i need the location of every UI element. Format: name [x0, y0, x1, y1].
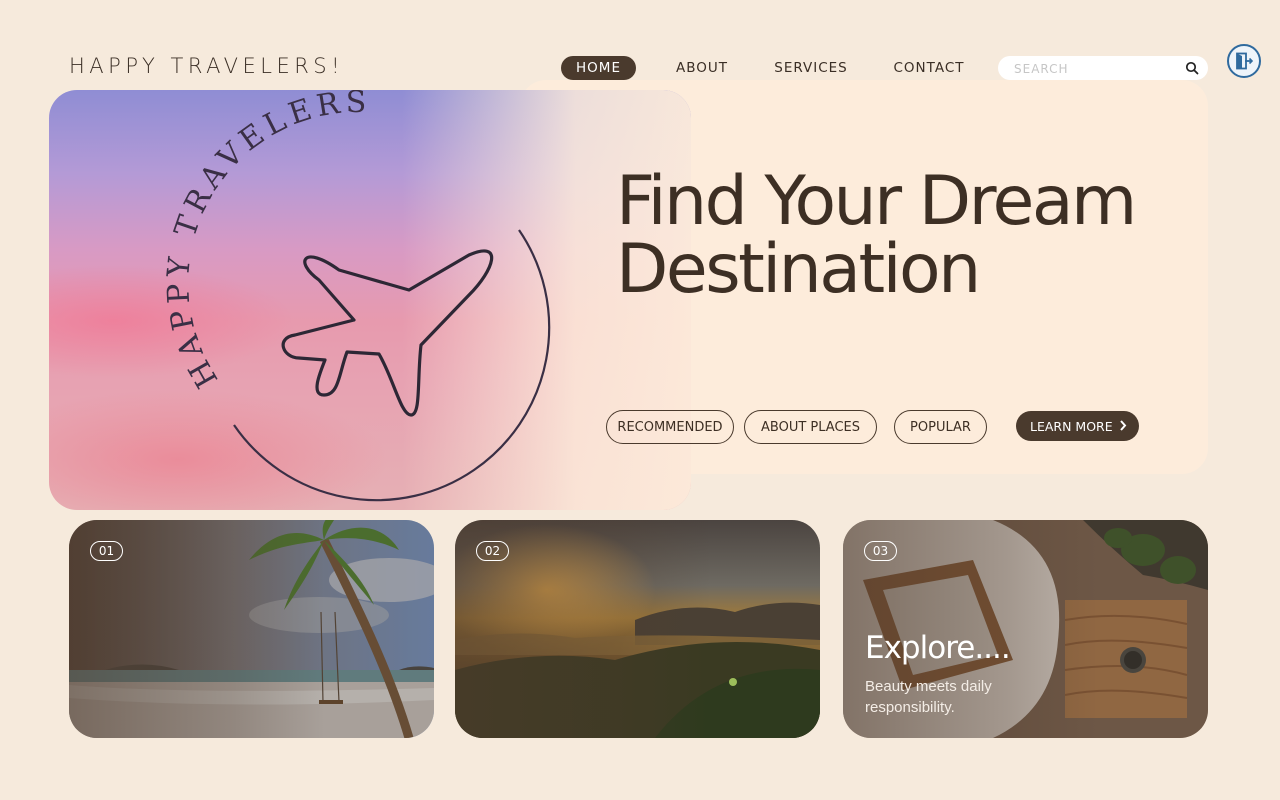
nav-contact-link[interactable]: CONTACT: [886, 56, 972, 80]
chevron-right-icon: [1120, 420, 1127, 431]
learn-more-button[interactable]: LEARN MORE: [1016, 411, 1139, 441]
card-number-badge: 02: [476, 541, 509, 561]
card-number-badge: 01: [90, 541, 123, 561]
card-overlay: [455, 520, 820, 738]
nav-about-link[interactable]: ABOUT: [667, 56, 737, 80]
card-overlay: [69, 520, 434, 738]
popular-pill[interactable]: POPULAR: [894, 410, 987, 444]
logout-button[interactable]: [1227, 44, 1261, 78]
about-places-pill[interactable]: ABOUT PLACES: [744, 410, 877, 444]
hero-sunset-image: HAPPY TRAVELERS: [49, 90, 691, 510]
airplane-icon: [281, 249, 494, 417]
destination-card-beach[interactable]: 01: [69, 520, 434, 738]
logo-arc-text: HAPPY TRAVELERS: [161, 90, 366, 394]
happy-travelers-logo: HAPPY TRAVELERS: [161, 90, 551, 502]
card-number-badge: 03: [864, 541, 897, 561]
hero-headline: Find Your Dream Destination: [616, 168, 1176, 304]
destination-card-explore[interactable]: 03 Explore.... Beauty meets daily respon…: [843, 520, 1208, 738]
card-subtitle: Beauty meets daily responsibility.: [865, 678, 992, 716]
search-input[interactable]: [1012, 56, 1176, 82]
svg-text:HAPPY TRAVELERS: HAPPY TRAVELERS: [161, 90, 371, 394]
search-box: [998, 56, 1208, 82]
logout-door-icon: [1236, 52, 1253, 70]
search-icon[interactable]: [1185, 61, 1199, 75]
learn-more-label: LEARN MORE: [1030, 418, 1113, 434]
destination-card-mountains[interactable]: 02: [455, 520, 820, 738]
nav-services-link[interactable]: SERVICES: [767, 56, 855, 80]
card-title: Explore....: [865, 630, 1011, 666]
site-logo-text[interactable]: HAPPY TRAVELERS!: [69, 54, 344, 78]
nav-home-link[interactable]: HOME: [561, 56, 636, 80]
